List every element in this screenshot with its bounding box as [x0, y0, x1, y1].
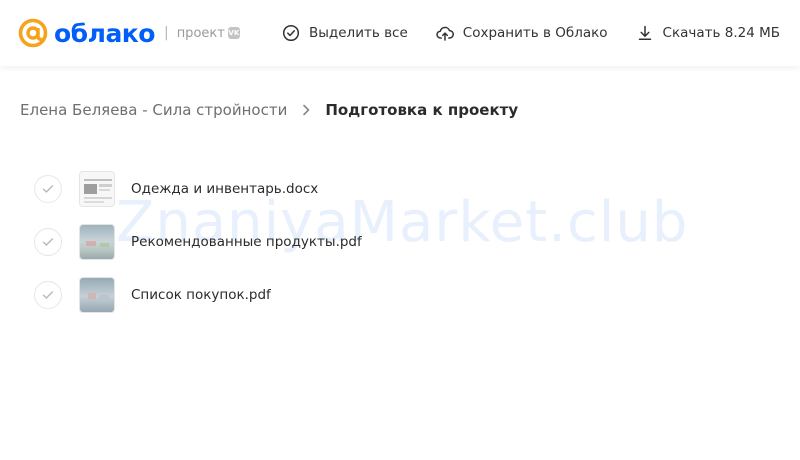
cloud-upload-icon — [436, 26, 454, 41]
app-header: облако | проект VK Выделить все Сохранит… — [0, 0, 800, 66]
check-circle-icon — [282, 24, 300, 42]
logo-text: облако — [54, 18, 155, 48]
list-item[interactable]: Список покупок.pdf — [34, 268, 362, 321]
file-name[interactable]: Список покупок.pdf — [131, 287, 271, 303]
list-item[interactable]: Одежда и инвентарь.docx — [34, 162, 362, 215]
select-checkbox[interactable] — [34, 227, 62, 256]
check-icon — [42, 184, 54, 193]
logo[interactable]: облако — [18, 18, 155, 48]
header-separator: | — [163, 25, 169, 41]
document-thumbnail — [79, 170, 115, 207]
select-all-label: Выделить все — [309, 25, 408, 41]
select-checkbox[interactable] — [34, 174, 62, 203]
select-all-button[interactable]: Выделить все — [282, 24, 408, 42]
pdf-thumbnail — [79, 276, 115, 313]
chevron-right-icon — [303, 104, 310, 116]
save-to-cloud-button[interactable]: Сохранить в Облако — [436, 24, 608, 42]
vk-badge: VK — [227, 27, 240, 39]
list-item[interactable]: Рекомендованные продукты.pdf — [34, 215, 362, 268]
check-icon — [42, 237, 54, 246]
select-checkbox[interactable] — [34, 280, 62, 309]
file-list: Одежда и инвентарь.docx Рекомендованные … — [34, 162, 362, 321]
save-to-cloud-label: Сохранить в Облако — [462, 25, 608, 41]
breadcrumb-current: Подготовка к проекту — [325, 101, 519, 119]
download-label: Скачать 8.24 МБ — [662, 25, 780, 41]
check-icon — [42, 290, 54, 299]
at-sign-logo-icon — [18, 18, 48, 48]
pdf-thumbnail — [79, 223, 115, 260]
download-icon — [638, 25, 651, 41]
breadcrumb: Елена Беляева - Сила стройности Подготов… — [20, 101, 518, 119]
header-actions: Выделить все Сохранить в Облако Скачать … — [254, 24, 780, 42]
project-label: проект — [176, 25, 225, 41]
breadcrumb-parent-link[interactable]: Елена Беляева - Сила стройности — [20, 101, 287, 119]
download-button[interactable]: Скачать 8.24 МБ — [636, 24, 780, 42]
file-name[interactable]: Рекомендованные продукты.pdf — [131, 234, 362, 250]
file-name[interactable]: Одежда и инвентарь.docx — [131, 181, 318, 197]
